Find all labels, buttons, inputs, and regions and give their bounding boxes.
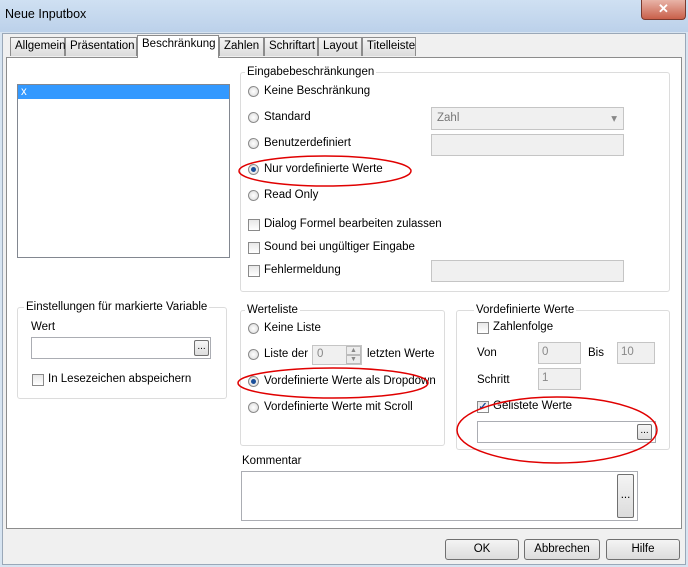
tab-allgemein[interactable]: Allgemein <box>10 37 66 56</box>
schritt-field[interactable]: 1 <box>538 368 581 390</box>
radio-keine-liste-label: Keine Liste <box>264 322 321 334</box>
ellipsis-icon: ... <box>197 341 206 352</box>
radio-scroll[interactable] <box>248 402 259 413</box>
checkbox-lesezeichen-label: In Lesezeichen abspeichern <box>48 373 192 385</box>
close-icon: ✕ <box>658 1 669 16</box>
window-title: Neue Inputbox <box>5 7 87 21</box>
radio-standard[interactable] <box>248 112 259 123</box>
ellipsis-icon: ... <box>640 425 649 436</box>
radio-liste-der[interactable] <box>248 349 259 360</box>
radio-keine-beschraenkung-label: Keine Beschränkung <box>264 85 371 97</box>
eingabe-group-title: Eingabebeschränkungen <box>245 66 377 78</box>
radio-nur-vordefinierte-werte[interactable] <box>248 164 259 175</box>
fehlermeldung-field[interactable] <box>431 260 624 282</box>
abbrechen-button[interactable]: Abbrechen <box>524 539 600 560</box>
checkbox-sound-label: Sound bei ungültiger Eingabe <box>264 241 415 253</box>
checkbox-gelistete-werte-label: Gelistete Werte <box>493 400 573 412</box>
standard-dropdown-value: Zahl <box>437 112 460 124</box>
von-field[interactable]: 0 <box>538 342 581 364</box>
bis-label: Bis <box>588 347 604 359</box>
radio-nur-vordefinierte-werte-label: Nur vordefinierte Werte <box>264 163 383 175</box>
gelistete-werte-field[interactable] <box>477 421 656 443</box>
title-bar <box>0 0 688 32</box>
radio-liste-der-label: Liste der <box>264 348 309 360</box>
wert-browse-button[interactable]: ... <box>194 340 209 356</box>
standard-dropdown[interactable]: Zahl ▾ <box>431 107 624 130</box>
tab-praesentation[interactable]: Präsentation <box>65 37 137 56</box>
close-button[interactable]: ✕ <box>641 0 686 20</box>
radio-dropdown[interactable] <box>248 376 259 387</box>
list-item-selected[interactable]: x <box>18 85 229 99</box>
radio-benutzerdefiniert-label: Benutzerdefiniert <box>264 137 351 149</box>
vordefiniert-group-title: Vordefinierte Werte <box>474 304 577 316</box>
radio-keine-beschraenkung[interactable] <box>248 86 259 97</box>
radio-dropdown-label: Vordefinierte Werte als Dropdown <box>264 375 436 387</box>
ok-button[interactable]: OK <box>445 539 519 560</box>
kommentar-label: Kommentar <box>242 455 302 467</box>
wert-field[interactable] <box>31 337 211 359</box>
ellipsis-icon: ... <box>620 489 631 501</box>
chevron-down-icon: ▾ <box>611 113 617 125</box>
variable-list[interactable]: x <box>17 84 230 258</box>
stepper-down-icon[interactable]: ▼ <box>346 355 361 364</box>
radio-scroll-label: Vordefinierte Werte mit Scroll <box>264 401 413 413</box>
checkbox-zahlenfolge-label: Zahlenfolge <box>493 321 554 333</box>
tab-zahlen[interactable]: Zahlen <box>219 37 264 56</box>
stepper-up-icon[interactable]: ▲ <box>346 346 361 355</box>
eingabe-group <box>240 72 670 292</box>
benutzerdefiniert-field[interactable] <box>431 134 624 156</box>
tab-schriftart[interactable]: Schriftart <box>264 37 318 56</box>
checkbox-fehlermeldung[interactable] <box>248 265 260 277</box>
radio-benutzerdefiniert[interactable] <box>248 138 259 149</box>
radio-read-only-label: Read Only <box>264 189 319 201</box>
werteliste-group-title: Werteliste <box>245 304 300 316</box>
radio-keine-liste[interactable] <box>248 323 259 334</box>
hilfe-button[interactable]: Hilfe <box>606 539 680 560</box>
check-icon: ✓ <box>478 401 488 413</box>
checkbox-fehlermeldung-label: Fehlermeldung <box>264 264 341 276</box>
liste-der-suffix: letzten Werte <box>367 348 435 360</box>
checkbox-sound[interactable] <box>248 242 260 254</box>
radio-read-only[interactable] <box>248 190 259 201</box>
tab-beschraenkung[interactable]: Beschränkung <box>137 35 219 58</box>
checkbox-dialog-formel-label: Dialog Formel bearbeiten zulassen <box>264 218 442 230</box>
kommentar-browse-button[interactable]: ... <box>617 474 634 518</box>
checkbox-gelistete-werte[interactable]: ✓ <box>477 401 489 413</box>
von-label: Von <box>477 347 497 359</box>
schritt-label: Schritt <box>477 374 510 386</box>
checkbox-dialog-formel[interactable] <box>248 219 260 231</box>
tab-titelleiste[interactable]: Titelleiste <box>362 37 416 56</box>
gelistete-werte-browse-button[interactable]: ... <box>637 424 652 440</box>
tab-layout[interactable]: Layout <box>318 37 362 56</box>
einstellungen-group-title: Einstellungen für markierte Variable <box>24 301 210 313</box>
checkbox-lesezeichen[interactable] <box>32 374 44 386</box>
kommentar-field[interactable] <box>241 471 638 521</box>
checkbox-zahlenfolge[interactable] <box>477 322 489 334</box>
radio-standard-label: Standard <box>264 111 311 123</box>
wert-label: Wert <box>31 321 56 333</box>
bis-field[interactable]: 10 <box>617 342 655 364</box>
